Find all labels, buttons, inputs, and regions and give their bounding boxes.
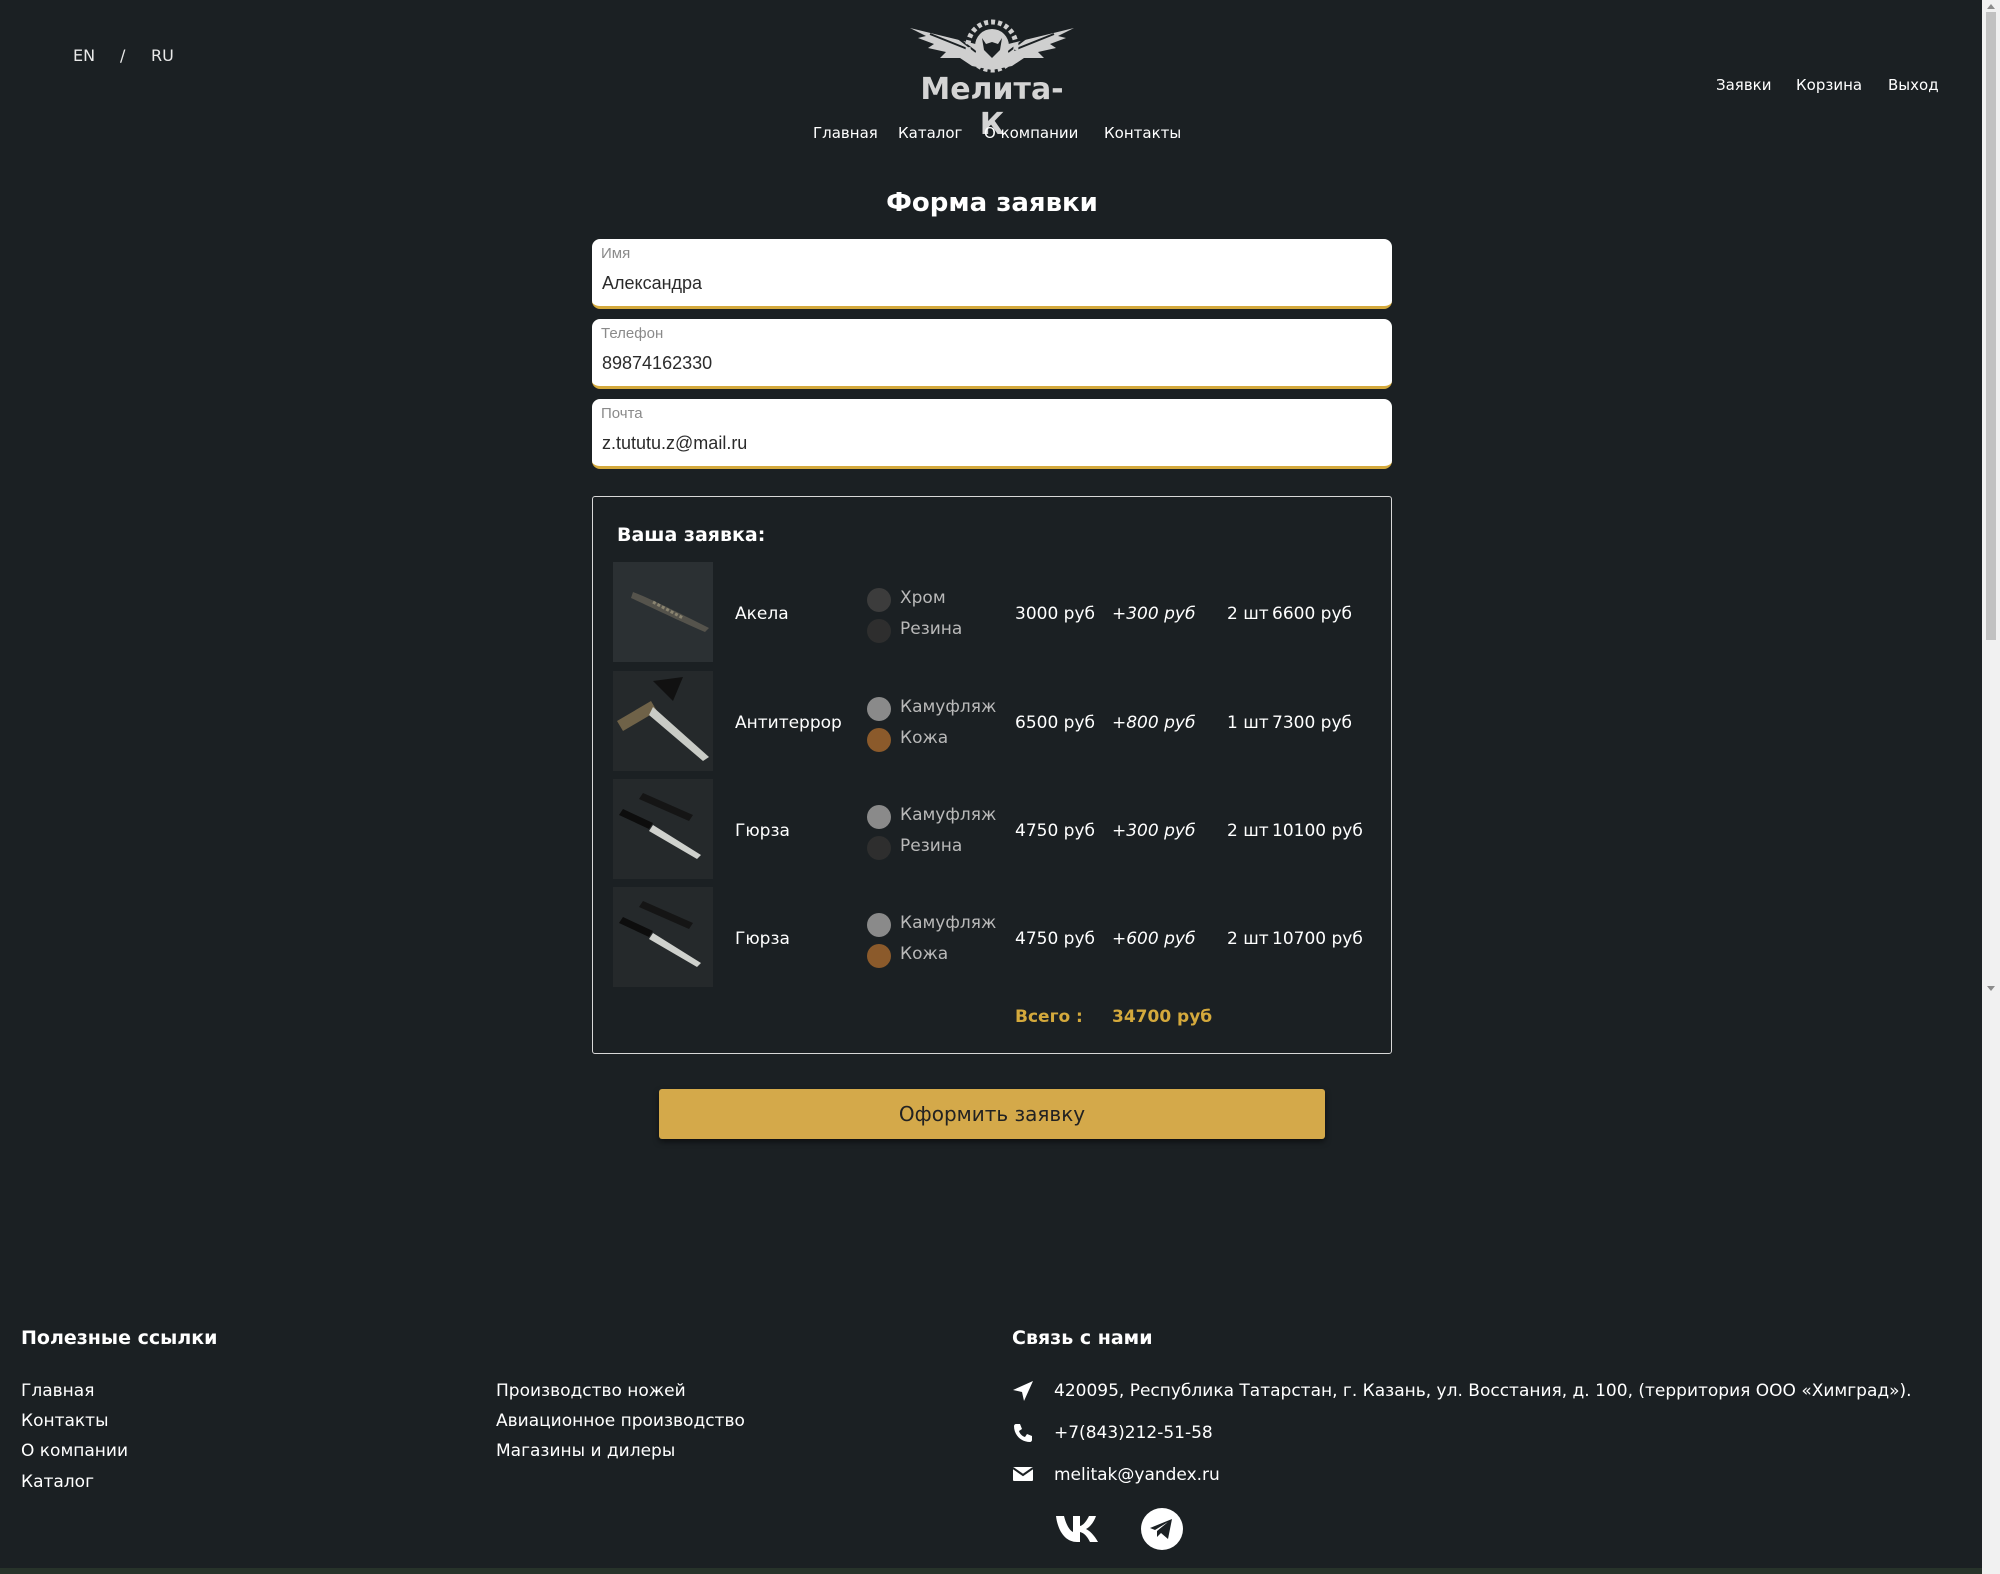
product-name: Гюрза [735,821,790,841]
product-price: 3000 руб [1015,604,1096,624]
product-sum: 10100 руб [1272,821,1363,841]
product-price: 4750 руб [1015,929,1096,949]
product-quantity: 2 шт [1227,929,1269,949]
product-thumbnail[interactable] [613,671,713,771]
lang-en[interactable]: EN [73,46,95,65]
order-title: Ваша заявка: [617,524,766,546]
email-field[interactable]: Почта z.tututu.z@mail.ru [592,399,1392,469]
product-thumbnail[interactable] [613,779,713,879]
envelope-icon [1012,1467,1034,1481]
telegram-icon[interactable] [1141,1508,1183,1550]
page-title: Форма заявки [886,188,1098,218]
product-sum: 10700 руб [1272,929,1363,949]
footer-contact-title: Связь с нами [1012,1327,1153,1349]
scroll-thumb[interactable] [1986,12,1996,640]
product-quantity: 1 шт [1227,713,1269,733]
product-quantity: 2 шт [1227,604,1269,624]
product-option-2: Кожа [900,728,949,748]
option-swatch-icon [867,913,891,937]
product-option-2: Резина [900,619,963,639]
product-name: Антитеррор [735,713,842,733]
name-label: Имя [601,245,631,262]
option-swatch-icon [867,588,891,612]
nav-orders[interactable]: Заявки [1716,76,1771,94]
product-option-1: Камуфляж [900,805,997,825]
product-price: 6500 руб [1015,713,1096,733]
nav-contacts[interactable]: Контакты [1104,124,1181,142]
option-swatch-icon [867,619,891,643]
product-option-1: Камуфляж [900,913,997,933]
scroll-down-arrow[interactable] [1987,986,1995,991]
total-label: Всего : [1015,1007,1083,1027]
product-option-1: Камуфляж [900,697,997,717]
product-option-2: Резина [900,836,963,856]
product-option-1: Хром [900,588,946,608]
option-swatch-icon [867,944,891,968]
footer-phone[interactable]: +7(843)212-51-58 [1054,1423,1213,1443]
product-extra-price: +600 руб [1112,929,1196,949]
product-sum: 6600 руб [1272,604,1353,624]
product-option-2: Кожа [900,944,949,964]
email-value[interactable]: z.tututu.z@mail.ru [602,433,747,454]
nav-cart[interactable]: Корзина [1796,76,1862,94]
name-field[interactable]: Имя Александра [592,239,1392,309]
product-thumbnail[interactable] [613,562,713,662]
product-extra-price: +800 руб [1112,713,1196,733]
phone-icon [1014,1424,1032,1442]
bat-logo-icon [910,19,1074,73]
footer-links-title: Полезные ссылки [21,1327,218,1349]
submit-order-button[interactable]: Оформить заявку [659,1089,1325,1139]
name-value[interactable]: Александра [602,273,702,294]
nav-about[interactable]: О компании [984,124,1078,142]
option-swatch-icon [867,697,891,721]
footer-link-home[interactable]: Главная [21,1381,94,1401]
scrollbar[interactable] [1982,0,2000,1574]
phone-value[interactable]: 89874162330 [602,353,712,374]
vk-icon[interactable] [1054,1510,1102,1546]
nav-catalog[interactable]: Каталог [898,124,962,142]
phone-label: Телефон [601,325,664,342]
product-name: Акела [735,604,789,624]
phone-field[interactable]: Телефон 89874162330 [592,319,1392,389]
nav-logout[interactable]: Выход [1888,76,1939,94]
product-extra-price: +300 руб [1112,821,1196,841]
footer-link-about[interactable]: О компании [21,1441,128,1461]
lang-ru[interactable]: RU [151,46,174,65]
footer-link-dealers[interactable]: Магазины и дилеры [496,1441,675,1461]
footer-link-knives[interactable]: Производство ножей [496,1381,686,1401]
product-name: Гюрза [735,929,790,949]
product-price: 4750 руб [1015,821,1096,841]
total-value: 34700 руб [1112,1007,1213,1027]
product-extra-price: +300 руб [1112,604,1196,624]
logo[interactable]: Мелита-К [900,14,1084,142]
option-swatch-icon [867,836,891,860]
location-arrow-icon [1013,1381,1033,1401]
footer-link-aviation[interactable]: Авиационное производство [496,1411,745,1431]
footer-address: 420095, Республика Татарстан, г. Казань,… [1054,1381,1912,1401]
option-swatch-icon [867,728,891,752]
email-label: Почта [601,405,643,422]
bottom-strip [0,1568,1982,1574]
scroll-up-arrow[interactable] [1987,4,1995,9]
footer-link-contacts[interactable]: Контакты [21,1411,109,1431]
footer-link-catalog[interactable]: Каталог [21,1472,94,1492]
product-quantity: 2 шт [1227,821,1269,841]
nav-home[interactable]: Главная [813,124,878,142]
lang-separator: / [120,46,126,65]
product-thumbnail[interactable] [613,887,713,987]
option-swatch-icon [867,805,891,829]
footer-email[interactable]: melitak@yandex.ru [1054,1465,1220,1485]
product-sum: 7300 руб [1272,713,1353,733]
